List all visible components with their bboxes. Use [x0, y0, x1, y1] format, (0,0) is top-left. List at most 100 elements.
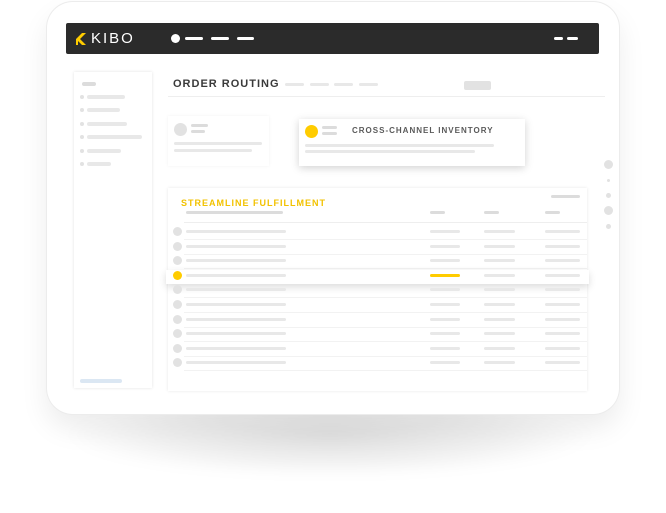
table-row[interactable] — [168, 357, 587, 372]
card-text-line — [305, 150, 475, 153]
table-row[interactable] — [168, 226, 587, 240]
table-row[interactable] — [168, 343, 587, 357]
row-cell — [545, 230, 580, 233]
tablet-frame: KIBO ORDER ROUTING CROSS-CHANNEL INVENTO… — [47, 2, 619, 414]
window-control[interactable] — [554, 37, 563, 40]
page-dot[interactable] — [607, 179, 610, 182]
nav-item[interactable] — [237, 37, 254, 40]
sidebar-footer-link[interactable] — [80, 379, 122, 383]
header-tab[interactable] — [285, 83, 304, 86]
row-cell — [484, 259, 515, 263]
row-cell — [545, 317, 580, 321]
column-header[interactable] — [430, 211, 445, 214]
table-row[interactable] — [168, 241, 587, 255]
sidebar-bullet — [80, 95, 84, 99]
row-status-dot — [173, 256, 182, 266]
page-dot[interactable] — [606, 224, 611, 229]
sidebar-item[interactable] — [87, 135, 142, 139]
card-label — [191, 130, 205, 133]
card-label — [322, 126, 337, 129]
page-header: ORDER ROUTING — [168, 74, 605, 97]
card-text-line — [174, 142, 262, 145]
table-row[interactable] — [168, 255, 587, 270]
row-status-dot — [173, 314, 182, 324]
page-dot[interactable] — [604, 160, 613, 169]
page-dot[interactable] — [606, 193, 611, 198]
table-row[interactable] — [168, 284, 587, 299]
row-name — [186, 244, 286, 248]
card-label — [322, 132, 337, 135]
table-row[interactable] — [166, 269, 589, 284]
row-cell — [545, 346, 580, 350]
row-name — [186, 332, 286, 336]
row-status-dot — [173, 300, 182, 309]
window-control[interactable] — [567, 37, 578, 40]
header-action-button[interactable] — [464, 81, 491, 90]
sidebar-item[interactable] — [87, 108, 120, 112]
row-selected-indicator — [173, 270, 182, 280]
column-header[interactable] — [186, 211, 283, 214]
card-text-line — [174, 149, 252, 152]
header-tab[interactable] — [310, 83, 329, 86]
row-cell — [430, 230, 460, 233]
row-name — [186, 361, 286, 365]
row-status-dot — [173, 241, 182, 251]
sidebar-item[interactable] — [87, 122, 127, 126]
summary-card[interactable] — [168, 116, 269, 166]
row-cell — [430, 361, 460, 365]
logo-text: KIBO — [91, 30, 135, 47]
sidebar — [74, 72, 152, 388]
row-name — [186, 273, 286, 277]
row-divider — [184, 370, 587, 372]
card-text-line — [305, 144, 494, 147]
row-status-dot — [173, 358, 182, 368]
column-header[interactable] — [545, 211, 560, 214]
cross-channel-inventory-card[interactable]: CROSS-CHANNEL INVENTORY — [299, 119, 525, 166]
row-cell — [484, 273, 515, 277]
sidebar-bullet — [80, 162, 84, 166]
row-cell — [430, 244, 460, 248]
row-status-dot — [173, 285, 182, 295]
row-cell — [430, 317, 460, 321]
page-dot[interactable] — [604, 206, 613, 215]
sidebar-bullet — [80, 122, 84, 126]
row-name — [186, 288, 286, 292]
inventory-status-icon — [305, 125, 318, 138]
row-cell — [484, 244, 515, 248]
nav-item[interactable] — [185, 37, 203, 40]
sidebar-heading — [82, 82, 96, 86]
row-name — [186, 259, 286, 263]
table-panel-action[interactable] — [551, 195, 580, 198]
sidebar-bullet — [80, 149, 84, 153]
table-row[interactable] — [168, 314, 587, 328]
sidebar-item[interactable] — [87, 162, 111, 166]
nav-item[interactable] — [211, 37, 229, 40]
row-cell — [430, 346, 460, 350]
card-label — [191, 124, 208, 127]
sidebar-item[interactable] — [87, 95, 125, 99]
row-status-dot — [173, 343, 182, 353]
sidebar-bullet — [80, 135, 84, 139]
row-cell — [430, 332, 460, 336]
row-cell — [484, 288, 515, 292]
header-tab[interactable] — [359, 83, 378, 86]
table-row[interactable] — [168, 299, 587, 313]
row-cell — [430, 273, 460, 277]
row-cell — [545, 273, 580, 277]
card-title: CROSS-CHANNEL INVENTORY — [352, 126, 494, 135]
row-status-dot — [173, 227, 182, 236]
table-row[interactable] — [168, 328, 587, 343]
column-header[interactable] — [484, 211, 499, 214]
sidebar-item[interactable] — [87, 149, 121, 153]
row-cell — [484, 332, 515, 336]
page-title: ORDER ROUTING — [173, 78, 280, 90]
sidebar-bullet — [80, 108, 84, 112]
logo[interactable]: KIBO — [74, 30, 135, 48]
header-tab[interactable] — [334, 83, 353, 86]
row-cell — [545, 259, 580, 263]
row-name — [186, 303, 286, 306]
row-cell — [545, 244, 580, 248]
row-status-dot — [173, 329, 182, 339]
row-cell — [484, 230, 515, 233]
top-navigation-bar: KIBO — [66, 23, 599, 54]
